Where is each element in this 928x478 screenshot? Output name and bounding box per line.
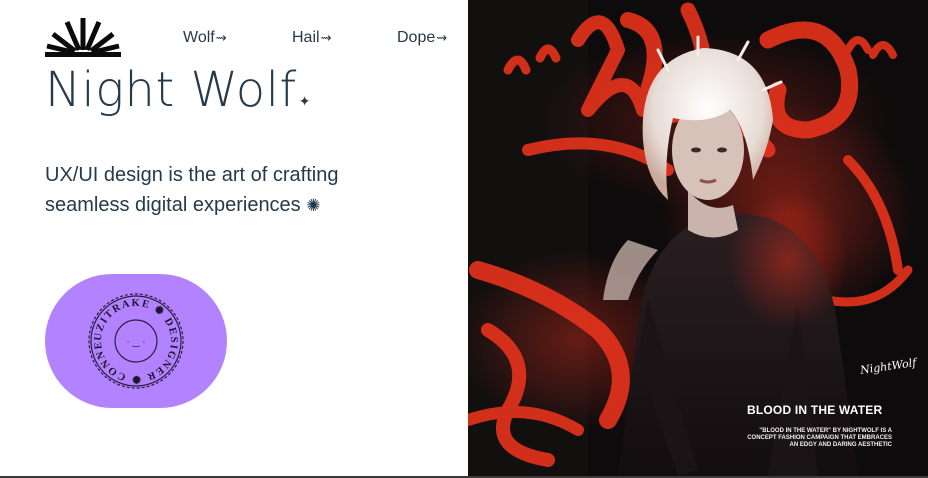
hero-tagline: UX/UI design is the art of crafting seam… [45, 160, 365, 221]
connect-badge-button[interactable]: UZITRAKE ✺ DESIGNER ✺ CONNECT ✺ · ‿ · [45, 274, 227, 408]
nav-link-wolf[interactable]: Wolf ⇝ [183, 28, 227, 48]
tagline-text: UX/UI design is the art of crafting seam… [45, 164, 339, 216]
feature-title: BLOOD IN THE WATER [747, 403, 883, 417]
feature-description: "Blood in the water" by nightwolf is a c… [747, 428, 892, 448]
starburst-icon: ✺ [306, 196, 321, 215]
nav-link-label: Wolf [183, 29, 215, 46]
svg-text:UZITRAKE ✺ DESIGNER ✺ CONNECT: UZITRAKE ✺ DESIGNER ✺ CONNECT ✺ [45, 274, 179, 385]
nav-link-hail[interactable]: Hail ⇝ [292, 28, 331, 48]
seal-ring-text: UZITRAKE ✺ DESIGNER ✺ CONNECT ✺ [45, 274, 177, 385]
page-title: Night Wolf ✦ [45, 62, 311, 118]
rotating-seal-icon: UZITRAKE ✺ DESIGNER ✺ CONNECT ✺ · ‿ · [45, 274, 184, 389]
nav-link-label: Hail [292, 29, 320, 46]
squiggle-arrow-icon: ⇝ [436, 30, 448, 45]
feature-image-panel: NightWolf BLOOD IN THE WATER "Blood in t… [468, 0, 928, 476]
page-title-text: Night Wolf [45, 62, 297, 118]
squiggle-arrow-icon: ⇝ [320, 30, 332, 45]
left-panel: Wolf ⇝ Hail ⇝ Dope ⇝ Night Wolf ✦ UX/UI desi… [0, 0, 468, 476]
sunburst-logo-icon[interactable] [45, 16, 121, 58]
nav-link-label: Dope [397, 29, 436, 46]
nav-link-dope[interactable]: Dope ⇝ [397, 28, 447, 48]
squiggle-arrow-icon: ⇝ [215, 30, 227, 45]
sparkle-icon: ✦ [298, 94, 312, 110]
smiley-face-icon: · ‿ · [127, 338, 146, 348]
